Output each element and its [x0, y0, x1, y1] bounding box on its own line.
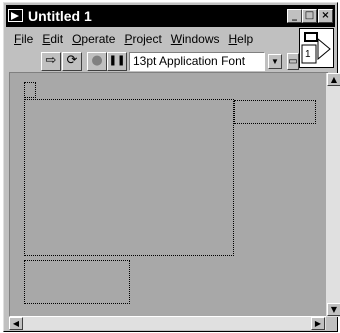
menu-bar: File Edit Operate Project Windows Help: [6, 30, 296, 48]
menu-edit[interactable]: Edit: [42, 32, 63, 46]
font-ring[interactable]: 13pt Application Font: [129, 52, 265, 71]
right-arrow-icon: ▶: [314, 319, 322, 328]
align-icon: ▭: [288, 56, 298, 67]
dropdown-arrow-icon: ▼: [271, 57, 279, 66]
horizontal-scrollbar[interactable]: ◀ ▶: [9, 317, 326, 330]
main-control-outline[interactable]: [24, 99, 234, 256]
run-continuously-button[interactable]: ⟳: [62, 52, 82, 71]
minimize-icon: _: [292, 10, 297, 21]
left-arrow-icon: ◀: [12, 319, 20, 328]
connector-number: 1: [305, 49, 311, 60]
vi-icon: [301, 32, 331, 64]
font-ring-value: 13pt Application Font: [133, 54, 246, 68]
maximize-icon: □: [304, 10, 315, 21]
up-arrow-icon: ▲: [330, 75, 338, 84]
minimize-button[interactable]: _: [287, 9, 302, 23]
run-arrow-icon: ⇨: [45, 53, 57, 68]
lower-control-outline[interactable]: [24, 260, 130, 304]
maximize-button[interactable]: □: [302, 9, 317, 23]
abort-button[interactable]: ●: [87, 52, 107, 71]
labview-app-icon: [8, 9, 23, 22]
down-arrow-icon: ▼: [330, 305, 338, 314]
label-outline[interactable]: [234, 100, 316, 124]
menu-project[interactable]: Project: [124, 32, 161, 46]
menu-operate[interactable]: Operate: [72, 32, 115, 46]
scroll-down-button[interactable]: ▼: [327, 303, 340, 316]
pause-button[interactable]: ❚❚: [107, 52, 127, 71]
close-button[interactable]: ×: [318, 9, 333, 23]
front-panel-canvas[interactable]: [9, 72, 329, 317]
scroll-right-button[interactable]: ▶: [311, 317, 325, 330]
font-dropdown-button[interactable]: ▼: [268, 54, 282, 69]
run-continuously-icon: ⟳: [66, 53, 78, 68]
run-button[interactable]: ⇨: [41, 52, 61, 71]
close-icon: ×: [321, 10, 330, 21]
small-decoration-outline[interactable]: [24, 82, 36, 98]
menu-help[interactable]: Help: [228, 32, 253, 46]
scroll-up-button[interactable]: ▲: [327, 73, 340, 86]
pause-icon: ❚❚: [108, 55, 126, 66]
menu-windows[interactable]: Windows: [171, 32, 220, 46]
title-bar[interactable]: Untitled 1: [6, 5, 335, 27]
stop-sign-icon: ●: [91, 53, 103, 68]
vi-icon-panel[interactable]: 1: [299, 28, 334, 68]
menu-file[interactable]: File: [14, 32, 33, 46]
vertical-scrollbar[interactable]: ▲ ▼: [326, 73, 340, 317]
align-objects-button[interactable]: ▭: [287, 53, 299, 70]
scroll-left-button[interactable]: ◀: [9, 317, 23, 330]
window-title: Untitled 1: [28, 8, 92, 24]
